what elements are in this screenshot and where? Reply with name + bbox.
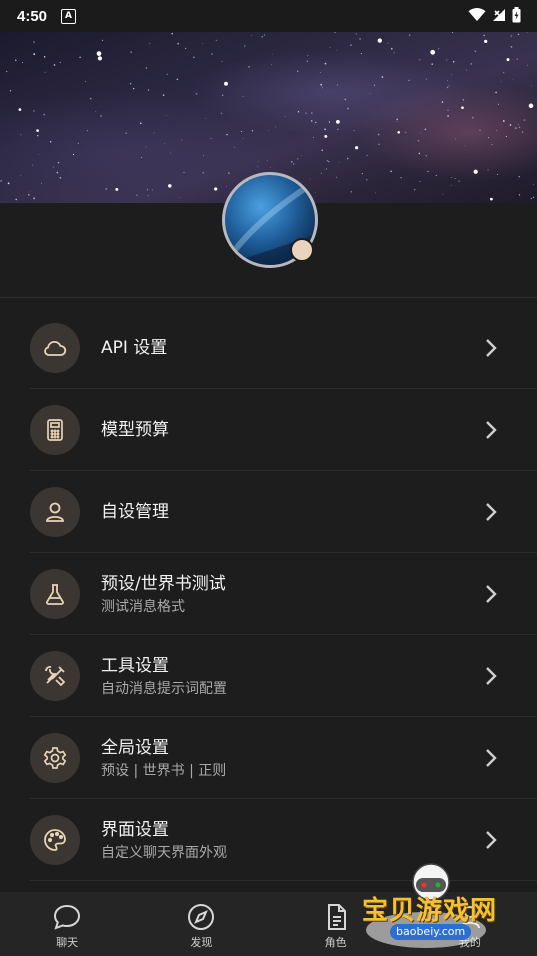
nav-label: 角色 bbox=[324, 936, 347, 949]
chevron-right-icon bbox=[486, 421, 497, 439]
menu-item-subtitle: 测试消息格式 bbox=[101, 598, 185, 615]
nav-item-chat[interactable]: 聊天 bbox=[0, 892, 134, 956]
user-icon bbox=[30, 487, 80, 537]
chevron-right-icon bbox=[486, 831, 497, 849]
chevron-right-icon bbox=[486, 503, 497, 521]
menu-item-title: 自设管理 bbox=[101, 502, 169, 522]
menu-item-title: 工具设置 bbox=[101, 655, 169, 676]
watermark-url: baobeiy.com bbox=[390, 924, 472, 940]
app-notification-icon: A bbox=[61, 8, 77, 24]
menu-item-title: API 设置 bbox=[101, 338, 168, 358]
signal-icon bbox=[493, 9, 505, 21]
cloud-icon bbox=[30, 323, 80, 373]
chevron-right-icon bbox=[486, 585, 497, 603]
menu-item-subtitle: 自动消息提示词配置 bbox=[101, 680, 227, 697]
compass-icon bbox=[188, 904, 215, 930]
calculator-icon bbox=[30, 405, 80, 455]
flask-icon bbox=[30, 569, 80, 619]
avatar-edit-badge[interactable] bbox=[290, 238, 314, 262]
document-icon bbox=[327, 904, 346, 930]
menu-item-subtitle: 自定义聊天界面外观 bbox=[101, 844, 227, 861]
watermark-logo: 宝贝游戏网 baobeiy.com bbox=[356, 860, 506, 952]
tools-icon bbox=[30, 651, 80, 701]
divider bbox=[0, 297, 537, 298]
chevron-right-icon bbox=[486, 667, 497, 685]
menu-item-api-settings[interactable]: API 设置 bbox=[0, 307, 537, 389]
menu-item-title: 模型预算 bbox=[101, 420, 169, 440]
menu-item-global-settings[interactable]: 全局设置 预设 | 世界书 | 正则 bbox=[0, 717, 537, 799]
menu-item-tool-settings[interactable]: 工具设置 自动消息提示词配置 bbox=[0, 635, 537, 717]
menu-item-title: 界面设置 bbox=[101, 819, 169, 840]
chevron-right-icon bbox=[486, 749, 497, 767]
battery-icon bbox=[512, 7, 521, 23]
settings-menu: API 设置 模型预算 自设管理 预设/世界书测试 测试消息格式 工具设置 自动… bbox=[0, 307, 537, 881]
menu-item-title: 全局设置 bbox=[101, 737, 169, 758]
status-bar: 4:50 A bbox=[0, 0, 537, 32]
wifi-icon bbox=[468, 8, 486, 21]
menu-item-model-budget[interactable]: 模型预算 bbox=[0, 389, 537, 471]
chevron-right-icon bbox=[486, 339, 497, 357]
nav-label: 发现 bbox=[190, 936, 213, 949]
menu-item-preset-worldbook-test[interactable]: 预设/世界书测试 测试消息格式 bbox=[0, 553, 537, 635]
watermark-text: 宝贝游戏网 bbox=[362, 896, 498, 926]
nav-item-discover[interactable]: 发现 bbox=[134, 892, 268, 956]
palette-icon bbox=[30, 815, 80, 865]
menu-item-title: 预设/世界书测试 bbox=[101, 573, 226, 594]
chat-icon bbox=[54, 904, 81, 930]
status-time: 4:50 bbox=[17, 7, 48, 25]
gear-icon bbox=[30, 733, 80, 783]
menu-item-persona-management[interactable]: 自设管理 bbox=[0, 471, 537, 553]
nav-label: 聊天 bbox=[56, 936, 79, 949]
menu-item-subtitle: 预设 | 世界书 | 正则 bbox=[101, 762, 227, 779]
